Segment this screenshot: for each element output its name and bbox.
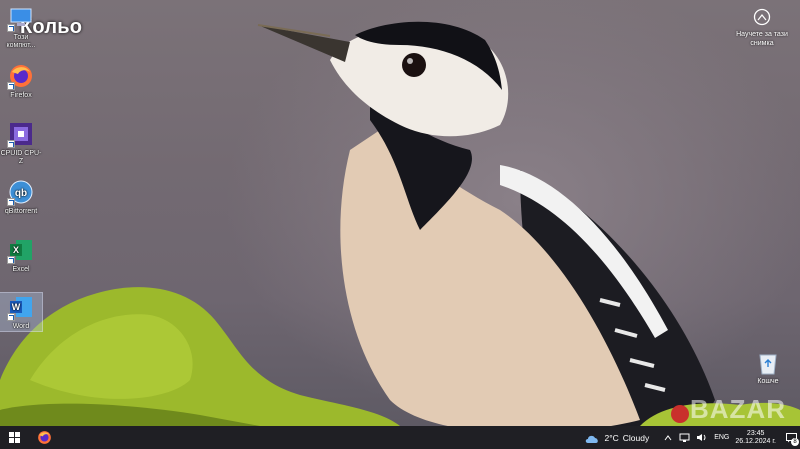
word-shortcut[interactable]: W Word (0, 292, 43, 332)
cloud-icon (586, 435, 599, 443)
svg-text:W: W (12, 302, 21, 312)
spotlight-icon (753, 8, 771, 26)
weather-temp: 2°C (604, 432, 619, 443)
notification-badge: 8 (791, 438, 799, 446)
firefox-icon (7, 62, 35, 90)
excel-shortcut[interactable]: X Excel (0, 236, 42, 274)
word-icon: W (7, 293, 35, 321)
cpuz-icon (7, 120, 35, 148)
weather-widget[interactable]: 2°C Cloudy (584, 432, 649, 444)
clock-date: 26.12.2024 г. (735, 437, 776, 445)
qbittorrent-shortcut[interactable]: qb qBittorrent (0, 178, 42, 216)
desktop-icon-label: qBittorrent (4, 208, 38, 215)
windows-icon (8, 432, 20, 443)
learn-more-label: Научете за тази снимка (736, 31, 788, 47)
cpuz-shortcut[interactable]: CPUID CPU-Z (0, 120, 42, 166)
system-tray: 2°C Cloudy ENG 23:45 26.12.2024 г. 8 (584, 426, 800, 449)
excel-icon: X (7, 236, 35, 264)
desktop-icon-label: Този компют... (6, 34, 36, 49)
taskbar-firefox[interactable] (30, 426, 58, 449)
qbittorrent-icon: qb (7, 178, 35, 206)
recycle-bin[interactable]: Кошче (746, 350, 790, 385)
weather-condition: Cloudy (622, 432, 650, 443)
desktop-icon-label: CPUID CPU-Z (0, 150, 42, 165)
svg-text:qb: qb (15, 188, 27, 199)
desktop-icon-label: Excel (12, 266, 30, 273)
firefox-icon (37, 431, 51, 444)
watermark: BAZAR (690, 394, 786, 424)
computer-icon (7, 4, 35, 32)
language-indicator[interactable]: ENG (714, 434, 729, 441)
svg-text:X: X (13, 245, 19, 255)
recycle-bin-label: Кошче (757, 378, 779, 385)
network-icon[interactable] (678, 431, 691, 444)
notification-center-button[interactable]: 8 (782, 426, 800, 449)
speaker-icon[interactable] (695, 431, 708, 444)
desktop-icon-label: Word (12, 323, 30, 330)
start-button[interactable] (0, 426, 28, 449)
woodpecker-photo (0, 21, 800, 426)
clock-time: 23:45 (746, 429, 765, 437)
chevron-up-icon[interactable] (661, 431, 674, 444)
desktop-icon-label: Firefox (10, 92, 32, 99)
learn-about-picture[interactable]: Научете за тази снимка (732, 8, 792, 48)
firefox-shortcut[interactable]: Firefox (0, 62, 42, 100)
taskbar: 2°C Cloudy ENG 23:45 26.12.2024 г. 8 (0, 426, 800, 449)
clock[interactable]: 23:45 26.12.2024 г. (735, 430, 776, 446)
recycle-bin-icon (759, 354, 777, 375)
this-pc-shortcut[interactable]: Този компют... (0, 4, 42, 50)
desktop-wallpaper (0, 0, 800, 426)
